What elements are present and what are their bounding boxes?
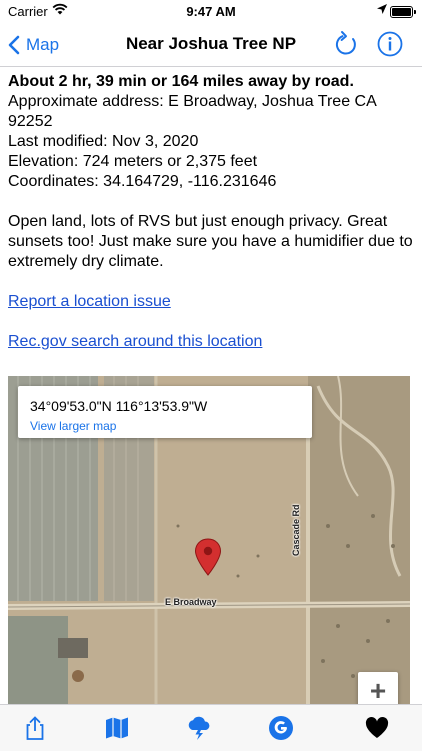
view-larger-map-link[interactable]: View larger map xyxy=(30,419,116,433)
road-label-cascade: Cascade Rd xyxy=(291,504,301,556)
battery-icon xyxy=(390,6,416,18)
location-arrow-icon xyxy=(377,4,387,14)
tab-bar xyxy=(0,704,422,751)
zoom-in-button[interactable]: + xyxy=(358,672,398,706)
weather-icon[interactable] xyxy=(186,715,212,741)
travel-distance: About 2 hr, 39 min or 164 miles away by … xyxy=(8,73,354,90)
google-icon[interactable] xyxy=(268,715,294,741)
map-coordinates: 34°09'53.0"N 116°13'53.9"W xyxy=(30,398,208,414)
info-icon[interactable] xyxy=(377,31,403,57)
map-icon[interactable] xyxy=(104,715,130,741)
road-label-broadway: E Broadway xyxy=(165,597,217,607)
coordinates: Coordinates: 34.164729, -116.231646 xyxy=(8,173,277,190)
status-bar: Carrier 9:47 AM xyxy=(0,0,422,24)
location-description: Open land, lots of RVS but just enough p… xyxy=(8,213,413,270)
recgov-search-link[interactable]: Rec.gov search around this location xyxy=(8,332,262,352)
map-pin-icon[interactable] xyxy=(194,538,222,576)
refresh-icon[interactable] xyxy=(333,30,359,58)
share-icon[interactable] xyxy=(22,715,48,741)
elevation: Elevation: 724 meters or 2,375 feet xyxy=(8,153,258,170)
report-location-link[interactable]: Report a location issue xyxy=(8,292,171,312)
approximate-address: Approximate address: E Broadway, Joshua … xyxy=(8,93,376,130)
map-info-card: 34°09'53.0"N 116°13'53.9"W View larger m… xyxy=(18,386,312,438)
clock: 9:47 AM xyxy=(186,4,236,19)
heart-icon[interactable] xyxy=(364,715,390,741)
location-details: About 2 hr, 39 min or 164 miles away by … xyxy=(8,72,414,352)
satellite-map[interactable]: 34°09'53.0"N 116°13'53.9"W View larger m… xyxy=(8,376,410,706)
navigation-bar: Map Near Joshua Tree NP xyxy=(0,24,422,67)
last-modified: Last modified: Nov 3, 2020 xyxy=(8,133,199,150)
